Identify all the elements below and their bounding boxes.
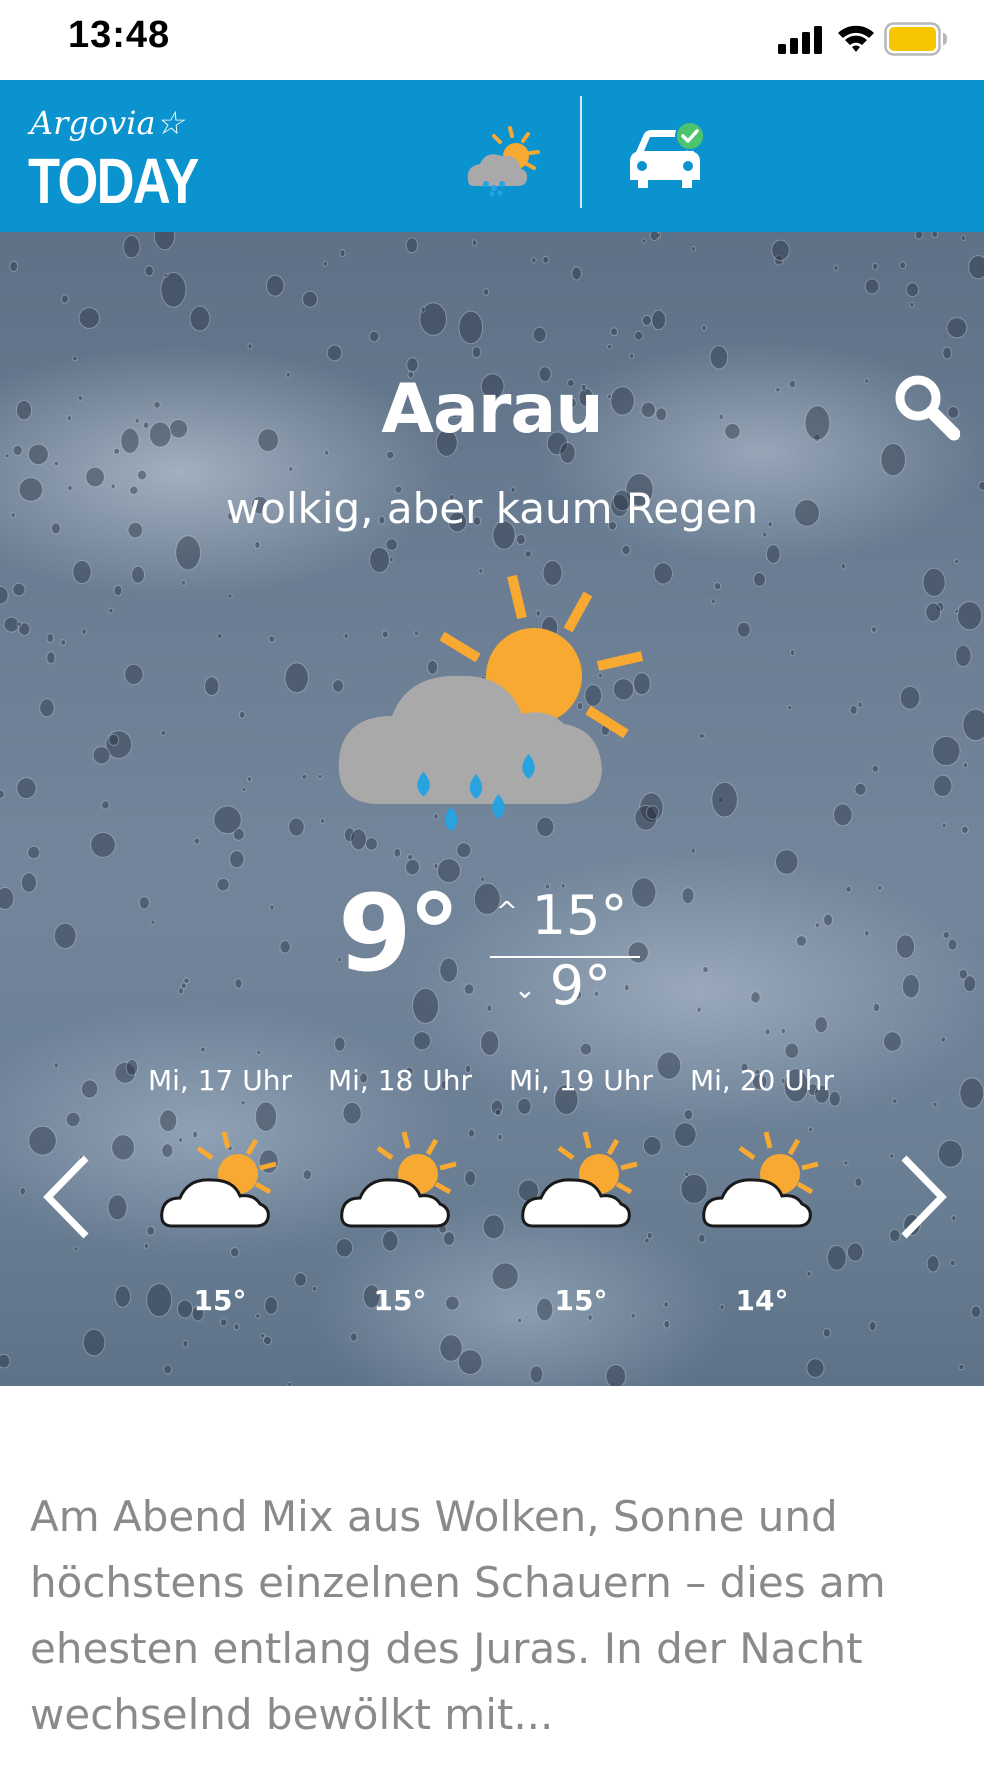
hourly-temperature: 15° (554, 1284, 608, 1317)
min-temperature: 9° (549, 954, 612, 1017)
weather-condition: wolkig, aber kaum Regen (225, 484, 759, 533)
sun-cloud-icon (519, 1130, 649, 1240)
city-name: Aarau (381, 370, 603, 449)
logo-script: Argovia☆ (30, 104, 185, 142)
hourly-label: Mi, 19 Uhr (508, 1064, 654, 1097)
min-temperature-row: ⌄ 9° (514, 954, 611, 1017)
max-temperature: 15° (531, 884, 628, 947)
header-divider (580, 96, 582, 208)
hourly-temperature: 14° (735, 1284, 789, 1317)
status-bar: 13:48 (0, 0, 1000, 80)
signal-icon (778, 26, 822, 54)
hourly-label: Mi, 17 Uhr (147, 1064, 293, 1097)
hourly-label: Mi, 20 Uhr (689, 1064, 835, 1097)
max-arrow-icon: ^ (496, 897, 518, 927)
hourly-temperature: 15° (193, 1284, 247, 1317)
weather-icon[interactable] (462, 124, 546, 198)
status-time: 13:48 (68, 14, 171, 56)
weather-hero: Aarau wolkig, aber kaum Regen 9° ^ 15° ⌄ 9… (0, 232, 984, 1386)
min-arrow-icon: ⌄ (514, 975, 536, 1005)
traffic-car-icon[interactable] (626, 122, 708, 196)
hourly-temperature: 15° (373, 1284, 427, 1317)
sun-cloud-icon (158, 1130, 288, 1240)
sun-cloud-icon (700, 1130, 830, 1240)
chevron-left-icon[interactable] (40, 1152, 100, 1242)
search-icon[interactable] (892, 372, 960, 442)
sun-cloud-icon (338, 1130, 468, 1240)
logo-today[interactable]: TODAY (28, 144, 199, 218)
app-header: Argovia☆ TODAY (0, 80, 984, 232)
sun-cloud-rain-icon (338, 574, 644, 832)
wifi-icon (838, 25, 874, 52)
forecast-summary: Am Abend Mix aus Wolken, Sonne und höchs… (30, 1492, 886, 1739)
battery-icon (884, 22, 947, 56)
max-temperature-row: ^ 15° (496, 884, 628, 947)
hourly-label: Mi, 18 Uhr (327, 1064, 473, 1097)
chevron-right-icon[interactable] (890, 1152, 950, 1242)
current-temperature: 9° (338, 872, 461, 995)
